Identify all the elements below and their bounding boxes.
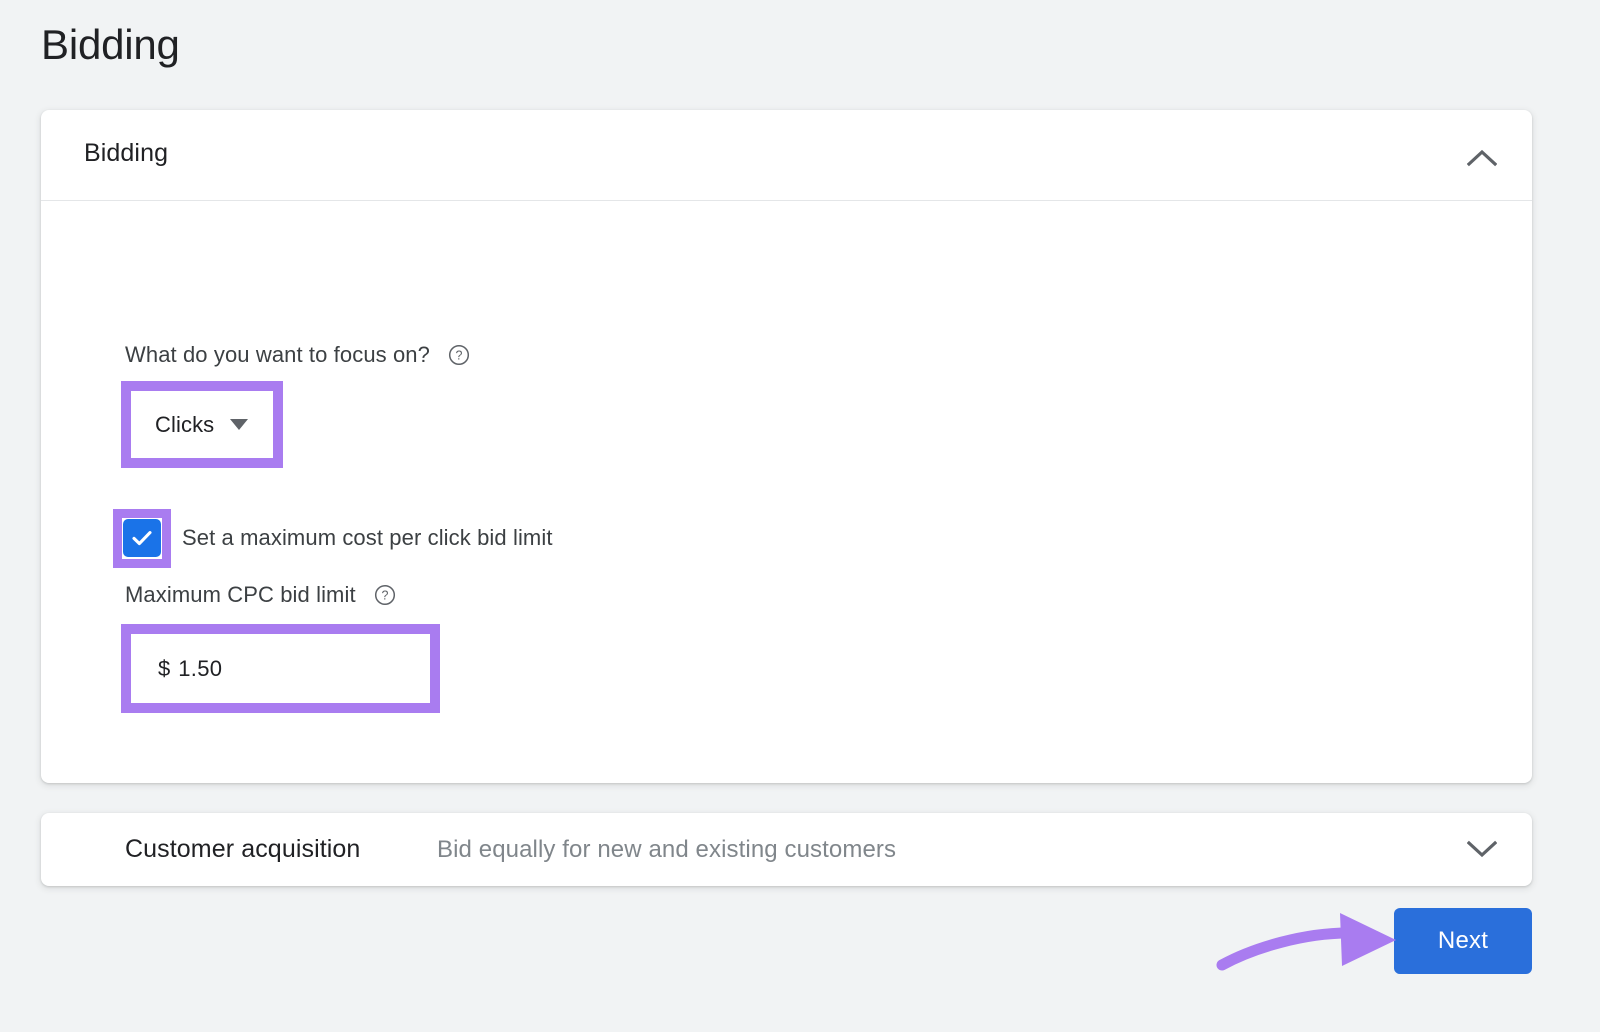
max-cpc-label-text: Maximum CPC bid limit: [125, 582, 356, 607]
focus-select-value: Clicks: [155, 412, 214, 438]
bidding-card: Bidding What do you want to focus on? ? …: [41, 110, 1532, 783]
svg-text:?: ?: [381, 589, 388, 603]
next-button[interactable]: Next: [1394, 908, 1532, 974]
curved-arrow-icon: [1200, 895, 1420, 990]
bidding-card-header: Bidding: [41, 110, 1532, 201]
currency-symbol: $: [158, 656, 170, 682]
focus-select[interactable]: Clicks: [131, 391, 273, 458]
svg-text:?: ?: [456, 349, 463, 363]
customer-acquisition-title: Customer acquisition: [125, 835, 360, 864]
customer-acquisition-subtitle: Bid equally for new and existing custome…: [437, 836, 896, 864]
focus-question-text: What do you want to focus on?: [125, 342, 430, 367]
max-cpc-field-label: Maximum CPC bid limit ?: [125, 582, 396, 608]
bidding-card-title: Bidding: [84, 139, 168, 168]
help-circle-icon[interactable]: ?: [374, 584, 396, 606]
page-title: Bidding: [41, 22, 180, 68]
max-cpc-checkbox[interactable]: [123, 519, 161, 557]
help-circle-icon[interactable]: ?: [448, 344, 470, 366]
customer-acquisition-card[interactable]: Customer acquisition Bid equally for new…: [41, 813, 1532, 886]
max-cpc-input[interactable]: $ 1.50: [131, 634, 430, 703]
triangle-down-icon: [230, 419, 248, 430]
max-cpc-value: 1.50: [178, 656, 222, 682]
chevron-up-icon[interactable]: [1460, 136, 1504, 180]
max-cpc-checkbox-label: Set a maximum cost per click bid limit: [182, 525, 553, 551]
chevron-down-icon[interactable]: [1460, 827, 1504, 871]
focus-question-label: What do you want to focus on? ?: [125, 342, 470, 368]
max-cpc-checkbox-row[interactable]: Set a maximum cost per click bid limit: [123, 519, 553, 557]
